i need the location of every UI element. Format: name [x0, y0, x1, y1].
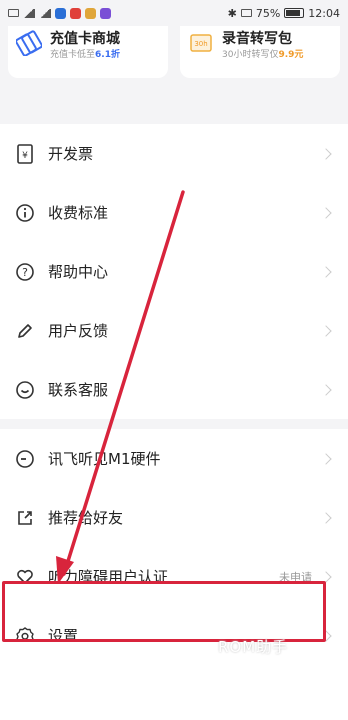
card-title: 充值卡商城 — [50, 31, 120, 47]
menu-group-service: ¥ 开发票 收费标准 ? 帮助中心 用户反馈 联系客服 — [0, 124, 348, 419]
signal-icon — [39, 8, 51, 18]
menu-item-customer-service[interactable]: 联系客服 — [0, 360, 348, 419]
sim-icon — [8, 9, 19, 17]
menu-item-label: 推荐给好友 — [48, 509, 124, 527]
bluetooth-icon: ✱ — [227, 6, 237, 20]
share-icon — [14, 507, 36, 529]
clock: 12:04 — [308, 6, 340, 20]
chevron-right-icon — [320, 383, 332, 396]
menu-item-hearing-certification[interactable]: 听力障碍用户认证 未申请 — [0, 547, 348, 606]
menu-item-label: 收费标准 — [48, 204, 109, 222]
menu-item-feedback[interactable]: 用户反馈 — [0, 301, 348, 360]
status-left-icons — [8, 7, 111, 19]
status-text: 未申请 — [279, 570, 312, 584]
signal-icon — [23, 8, 35, 18]
promo-cards: 充值卡商城 充值卡低至6.1折 30h 录音转写包 30小时转写仅9.9元 — [0, 26, 348, 78]
chevron-right-icon — [320, 511, 332, 524]
card-subtitle: 30小时转写仅9.9元 — [222, 50, 304, 60]
svg-text:¥: ¥ — [22, 151, 28, 161]
transcribe-package-card[interactable]: 30h 录音转写包 30小时转写仅9.9元 — [180, 26, 340, 78]
app-notification-icon — [85, 7, 96, 19]
status-right-icons: ✱ 75% 12:04 — [228, 7, 340, 20]
bottom-area — [0, 642, 348, 720]
menu-item-label: 用户反馈 — [48, 322, 109, 340]
chevron-right-icon — [320, 206, 332, 219]
menu-group-more: 讯飞听见M1硬件 推荐给好友 听力障碍用户认证 未申请 设置 — [0, 429, 348, 665]
vibrate-icon — [240, 9, 252, 17]
chevron-right-icon — [320, 570, 332, 583]
transcribe-package-icon: 30h — [188, 30, 214, 56]
recharge-card-mall[interactable]: 充值卡商城 充值卡低至6.1折 — [8, 26, 168, 78]
svg-text:?: ? — [22, 266, 28, 279]
pen-icon — [14, 320, 36, 342]
app-notification-icon — [100, 7, 111, 19]
card-subtitle: 充值卡低至6.1折 — [50, 50, 120, 60]
app-notification-icon — [70, 7, 81, 19]
menu-item-help-center[interactable]: ? 帮助中心 — [0, 242, 348, 301]
chevron-right-icon — [320, 324, 332, 337]
chevron-right-icon — [320, 147, 332, 160]
svg-text:30h: 30h — [194, 40, 207, 48]
menu-item-label: 开发票 — [48, 145, 94, 163]
card-icon — [16, 30, 42, 56]
menu-item-pricing[interactable]: 收费标准 — [0, 183, 348, 242]
battery-percent: 75% — [255, 6, 281, 20]
card-title: 录音转写包 — [222, 31, 292, 47]
battery-icon — [284, 8, 305, 18]
heart-icon — [14, 566, 36, 588]
watermark-text: ROM助手 — [218, 638, 289, 656]
status-bar: ✱ 75% 12:04 — [0, 0, 348, 26]
app-notification-icon — [55, 7, 66, 19]
menu-item-recommend[interactable]: 推荐给好友 — [0, 488, 348, 547]
menu-item-label: 听力障碍用户认证 — [48, 568, 169, 586]
invoice-icon: ¥ — [14, 143, 36, 165]
menu-item-label: 帮助中心 — [48, 263, 109, 281]
chevron-right-icon — [320, 452, 332, 465]
menu-item-invoice[interactable]: ¥ 开发票 — [0, 124, 348, 183]
menu-item-m1-hardware[interactable]: 讯飞听见M1硬件 — [0, 429, 348, 488]
chat-icon — [14, 379, 36, 401]
chevron-right-icon — [320, 629, 332, 642]
info-icon — [14, 202, 36, 224]
chevron-right-icon — [320, 265, 332, 278]
help-icon: ? — [14, 261, 36, 283]
menu-item-label: 讯飞听见M1硬件 — [48, 450, 161, 468]
device-icon — [14, 448, 36, 470]
menu-item-label: 联系客服 — [48, 381, 109, 399]
